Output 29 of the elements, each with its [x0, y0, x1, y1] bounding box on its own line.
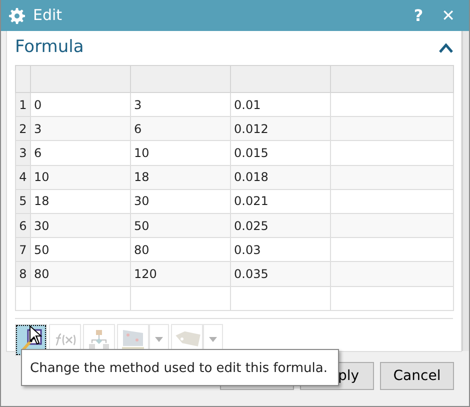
table-cell: 0.025	[230, 213, 330, 238]
row-number: 3	[16, 140, 30, 166]
table-cell: 3	[30, 116, 130, 141]
row-number: 1	[16, 92, 30, 117]
table-cell: 10	[30, 165, 130, 190]
table-cell: 0.018	[230, 165, 330, 190]
row-number: 7	[16, 238, 30, 262]
table-cell: 30	[130, 189, 230, 214]
table-cell: 0.012	[230, 116, 330, 141]
table-cell: 120	[130, 262, 230, 286]
table-cell: 6	[130, 116, 230, 141]
row-number: 8	[16, 262, 30, 286]
table-cell: 0.035	[230, 262, 330, 286]
window-title: Edit	[33, 5, 64, 26]
table-cell: 10	[130, 140, 230, 166]
table-cell: 0.021	[230, 189, 330, 214]
section-title: Formula	[15, 36, 85, 60]
row-number: 2	[16, 116, 30, 141]
table-cell: 18	[130, 165, 230, 190]
table-cell: 30	[30, 213, 130, 238]
table-cell: 80	[30, 262, 130, 286]
table-cell: 6	[30, 140, 130, 166]
table-cell: 50	[130, 213, 230, 238]
row-number: 4	[16, 165, 30, 190]
table-cell: 18	[30, 189, 130, 214]
table-cell: 0.015	[230, 140, 330, 166]
row-number: 6	[16, 213, 30, 238]
row-number: 5	[16, 189, 30, 214]
tooltip: Change the method used to edit this formula.	[21, 349, 339, 386]
